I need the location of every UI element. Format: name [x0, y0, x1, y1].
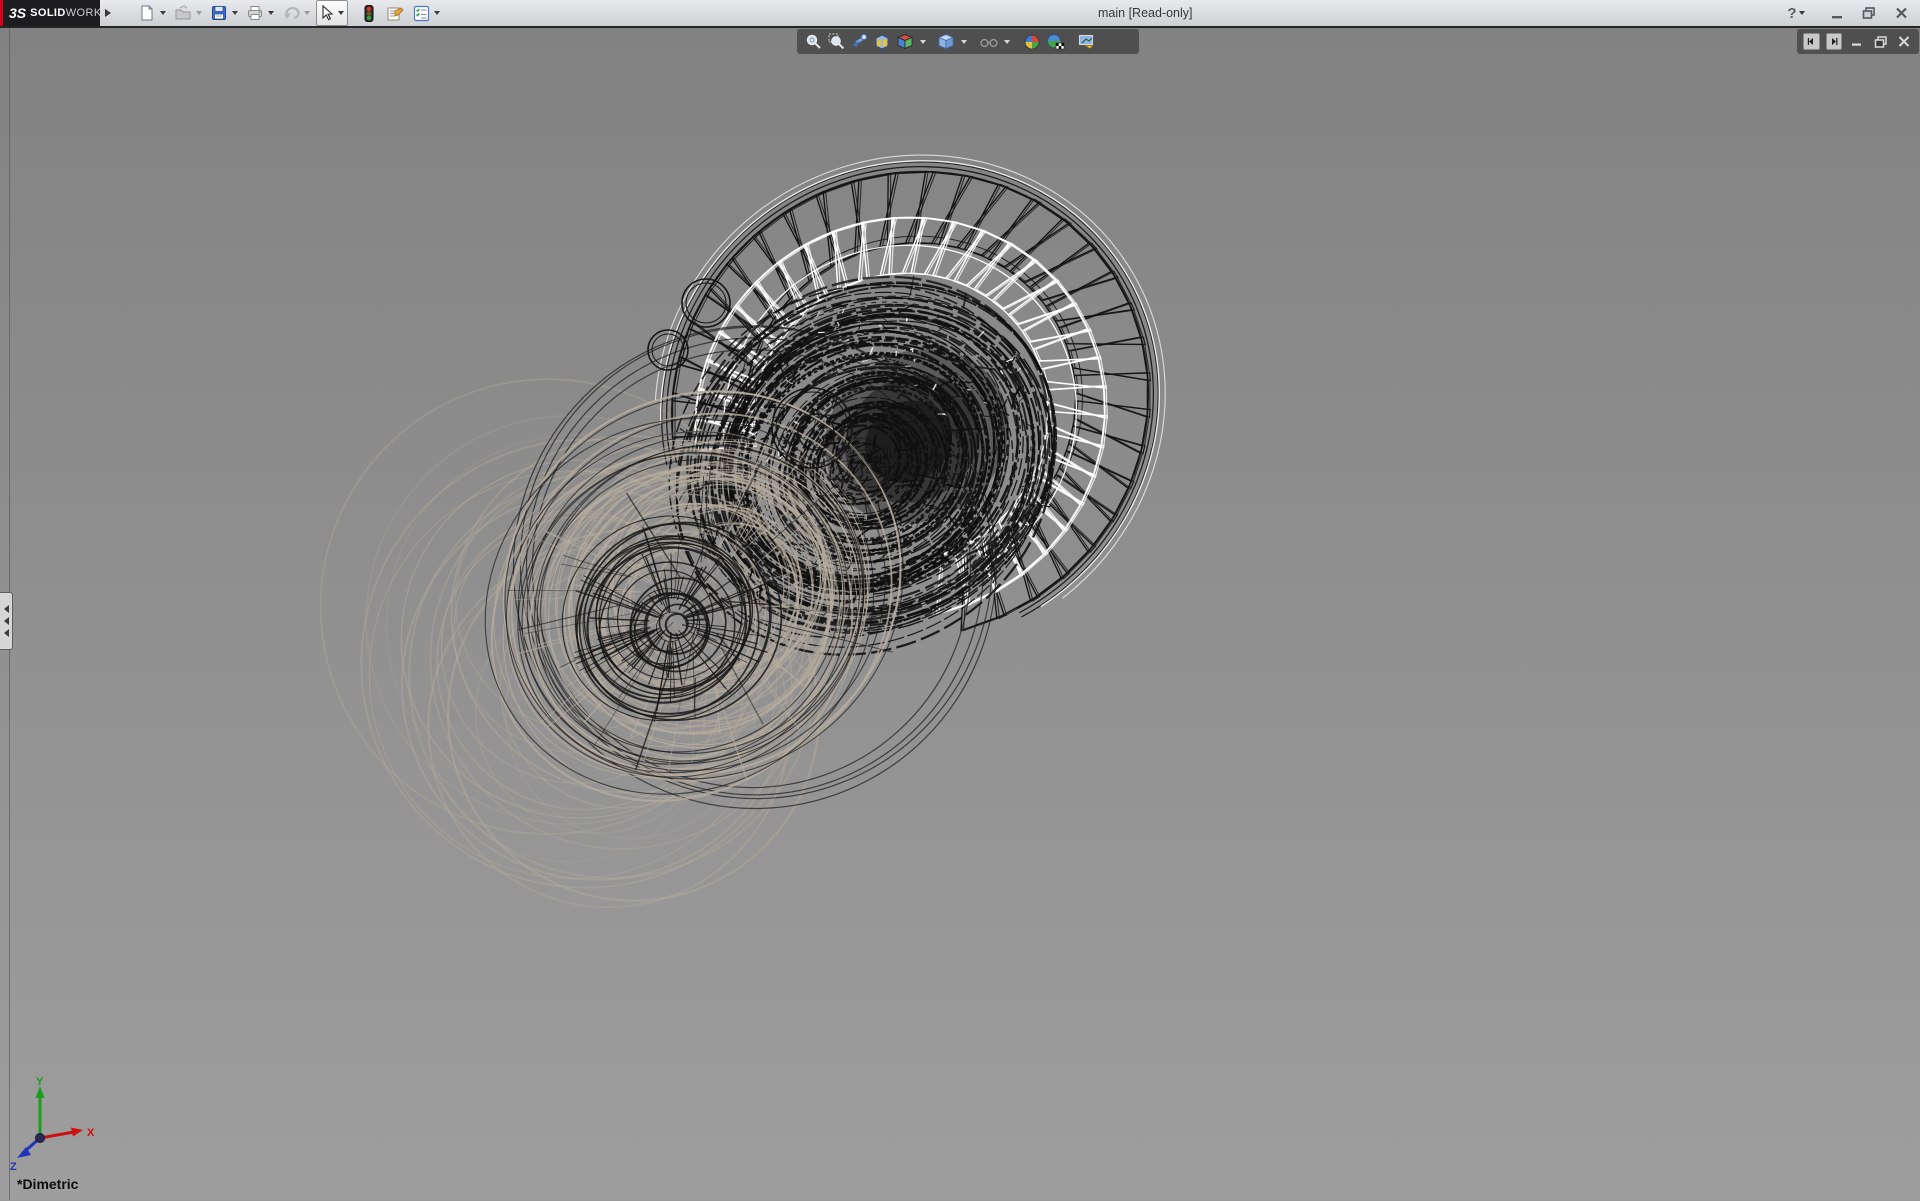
undo-dropdown[interactable] [302, 2, 312, 24]
options-checklist-icon [413, 5, 430, 22]
view-orientation-cube-icon [896, 33, 914, 50]
zoom-to-area-button[interactable] [826, 31, 846, 52]
open-folder-icon [175, 5, 191, 21]
save-floppy-icon [211, 5, 227, 21]
solidworks-logo: 3S SOLIDWORKS [0, 0, 100, 26]
previous-view-button[interactable] [849, 31, 869, 52]
apply-scene-button[interactable] [1045, 31, 1065, 52]
app-window-controls: ? [1782, 0, 1912, 26]
print-dropdown[interactable] [266, 2, 276, 24]
3ds-swirl-icon: 3S [9, 5, 26, 21]
next-window-button[interactable] [1826, 33, 1843, 50]
arrow-left-icon [4, 605, 9, 613]
file-properties-button[interactable] [384, 2, 406, 24]
doc-minimize-icon [1851, 36, 1863, 47]
view-orientation-dropdown[interactable] [918, 31, 927, 52]
restore-icon [1862, 7, 1876, 19]
traffic-light-icon [364, 5, 374, 22]
edit-appearance-button[interactable] [1022, 31, 1042, 52]
section-view-button[interactable] [872, 31, 892, 52]
close-button[interactable] [1890, 3, 1912, 23]
view-settings-button[interactable] [1076, 31, 1096, 52]
options-dropdown[interactable] [432, 2, 442, 24]
new-document-dropdown[interactable] [158, 2, 168, 24]
standard-toolbar [136, 0, 446, 26]
arrow-right-icon [1830, 37, 1838, 46]
view-orientation-label: *Dimetric [17, 1176, 78, 1192]
doc-restore-button[interactable] [1872, 33, 1890, 51]
headsup-view-toolbar [797, 29, 1139, 54]
new-document-icon [139, 5, 155, 21]
close-icon [1895, 7, 1908, 19]
help-icon: ? [1787, 5, 1796, 22]
zoom-to-fit-icon [805, 33, 822, 50]
options-button[interactable] [410, 2, 432, 24]
undo-button[interactable] [280, 2, 302, 24]
doc-restore-icon [1874, 36, 1888, 48]
doc-close-icon [1898, 36, 1910, 47]
hide-show-items-dropdown[interactable] [1002, 31, 1011, 52]
triad-y-label: Y [36, 1076, 44, 1088]
select-tool-dropdown[interactable] [336, 2, 346, 24]
restore-button[interactable] [1858, 3, 1880, 23]
brand-solid: SOLID [30, 7, 66, 19]
doc-close-button[interactable] [1895, 33, 1913, 51]
section-view-icon [873, 33, 891, 50]
save-dropdown[interactable] [230, 2, 240, 24]
select-cursor-icon [318, 4, 336, 22]
view-orientation-button[interactable] [895, 31, 915, 52]
appearance-sphere-icon [1023, 33, 1041, 51]
zoom-to-area-icon [828, 33, 845, 50]
menu-expand-button[interactable] [102, 4, 114, 22]
minimize-icon [1831, 8, 1844, 19]
minimize-button[interactable] [1826, 3, 1848, 23]
new-document-button[interactable] [136, 2, 158, 24]
arrow-left-icon [1807, 37, 1815, 46]
open-button[interactable] [172, 2, 194, 24]
eyeglasses-icon [979, 35, 999, 49]
triad-z-label: Z [10, 1161, 17, 1173]
help-button[interactable]: ? [1782, 3, 1816, 23]
save-button[interactable] [208, 2, 230, 24]
traffic-light-button[interactable] [358, 2, 380, 24]
previous-window-button[interactable] [1803, 33, 1820, 50]
engine-wireframe-canvas[interactable] [0, 28, 1920, 1200]
display-style-cube-icon [937, 33, 955, 50]
arrow-left-icon [4, 629, 9, 637]
undo-arrow-icon [283, 5, 300, 21]
apply-scene-icon [1046, 33, 1065, 51]
view-settings-icon [1077, 33, 1096, 50]
display-style-button[interactable] [936, 31, 956, 52]
zoom-to-fit-button[interactable] [803, 31, 823, 52]
help-dropdown[interactable] [1797, 2, 1807, 24]
previous-view-icon [850, 33, 868, 50]
doc-minimize-button[interactable] [1848, 33, 1866, 51]
titlebar: 3S SOLIDWORKS [0, 0, 1920, 28]
triad-x-label: X [87, 1127, 95, 1139]
document-window-controls [1797, 29, 1919, 54]
print-button[interactable] [244, 2, 266, 24]
graphics-viewport[interactable]: Y X Z *Dimetric [0, 28, 1920, 1200]
display-style-dropdown[interactable] [959, 31, 968, 52]
window-title: main [Read-only] [1098, 0, 1193, 26]
file-properties-icon [386, 5, 404, 22]
select-tool-button[interactable] [316, 0, 348, 26]
open-dropdown[interactable] [194, 2, 204, 24]
arrow-left-icon [4, 617, 9, 625]
feature-panel-collapse-tab[interactable] [0, 592, 13, 650]
chevron-right-icon [104, 8, 112, 18]
hide-show-items-button[interactable] [979, 31, 999, 52]
printer-icon [247, 5, 263, 21]
